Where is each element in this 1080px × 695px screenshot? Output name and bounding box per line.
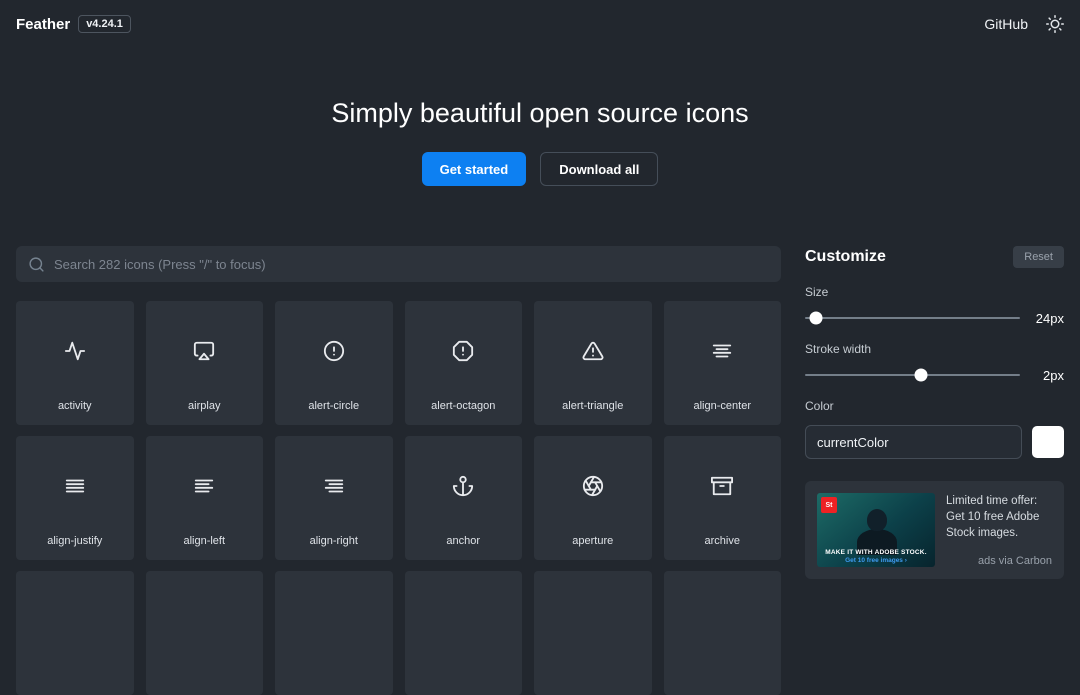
ad-right: Limited time offer: Get 10 free Adobe St… [946,493,1052,567]
sun-icon [1046,15,1064,33]
adobe-stock-logo: St [821,497,837,513]
github-link[interactable]: GitHub [984,16,1028,32]
search-input[interactable] [54,256,769,272]
archive-icon [711,476,734,496]
icon-label: alert-octagon [431,400,496,412]
main: activity airplay alert-circle alert-octa… [0,246,1080,695]
icon-card-airplay[interactable]: airplay [145,301,263,425]
icon-card-aperture[interactable]: aperture [534,436,652,560]
size-slider[interactable] [805,311,1020,325]
search-bar [16,246,781,282]
icon-label: archive [704,535,740,547]
icon-label: airplay [188,400,221,412]
icon-label: align-left [183,535,226,547]
stroke-width-slider[interactable] [805,368,1020,382]
size-label: Size [805,285,829,299]
customize-header: Customize Reset [805,246,1064,268]
ad-card[interactable]: St MAKE IT WITH ADOBE STOCK. Get 10 free… [805,481,1064,579]
icon-label: aperture [572,535,614,547]
icon-label: align-center [693,400,751,412]
icon-label: anchor [446,535,481,547]
search-icon [28,256,45,273]
icon-card-alert-circle[interactable]: alert-circle [275,301,393,425]
hero: Simply beautiful open source icons Get s… [0,98,1080,186]
ad-person-head [867,509,887,531]
size-slider-thumb[interactable] [809,311,823,325]
align-right-icon [324,479,343,493]
activity-icon [64,341,85,361]
anchor-icon [453,475,474,497]
icon-card-partial[interactable] [534,571,652,695]
align-center-icon [713,344,732,358]
icon-card-alert-octagon[interactable]: alert-octagon [404,301,522,425]
icon-card-activity[interactable]: activity [16,301,134,425]
ad-image-cta: Get 10 free images › [845,557,907,564]
icon-card-align-left[interactable]: align-left [145,436,263,560]
icon-grid: activity airplay alert-circle alert-octa… [16,301,781,695]
get-started-button[interactable]: Get started [421,152,527,186]
icon-label: alert-triangle [562,400,624,412]
alert-octagon-icon [453,340,474,362]
icon-card-partial[interactable] [663,571,781,695]
icon-card-partial[interactable] [404,571,522,695]
alert-triangle-icon [582,341,604,361]
icon-label: alert-circle [308,400,360,412]
reset-button[interactable]: Reset [1013,246,1064,268]
content: activity airplay alert-circle alert-octa… [16,246,781,695]
color-label: Color [805,399,834,413]
header-right: GitHub [984,15,1064,33]
align-justify-icon [65,479,84,493]
aperture-icon [582,475,603,497]
hero-buttons: Get started Download all [0,152,1080,186]
stroke-width-label: Stroke width [805,342,872,356]
stroke-width-slider-thumb[interactable] [914,368,928,382]
version-badge[interactable]: v4.24.1 [78,15,131,33]
icon-card-align-center[interactable]: align-center [663,301,781,425]
icon-card-align-justify[interactable]: align-justify [16,436,134,560]
download-all-button[interactable]: Download all [540,152,659,186]
airplay-icon [194,341,215,361]
theme-toggle[interactable] [1046,15,1064,33]
alert-circle-icon [323,340,344,362]
size-slider-row: 24px [805,310,1064,326]
icon-card-partial[interactable] [275,571,393,695]
header: Feather v4.24.1 GitHub [0,0,1080,48]
icon-label: activity [57,400,92,412]
ad-body-text: Limited time offer: Get 10 free Adobe St… [946,495,1040,540]
logo[interactable]: Feather [16,16,70,33]
ad-attribution[interactable]: ads via Carbon [946,555,1052,567]
customize-sidebar: Customize Reset Size 24px Stroke width 2… [805,246,1064,695]
icon-label: align-right [309,535,358,547]
size-value: 24px [1035,310,1064,326]
page-title: Simply beautiful open source icons [331,98,749,128]
customize-title: Customize [805,248,886,265]
ad-image-caption: MAKE IT WITH ADOBE STOCK. [825,549,927,556]
color-swatch[interactable] [1032,426,1064,458]
align-left-icon [195,479,214,493]
icon-card-align-right[interactable]: align-right [275,436,393,560]
color-input[interactable] [805,425,1022,459]
icon-card-partial[interactable] [145,571,263,695]
icon-card-archive[interactable]: archive [663,436,781,560]
color-row [805,425,1064,459]
icon-label: align-justify [47,535,103,547]
icon-card-alert-triangle[interactable]: alert-triangle [534,301,652,425]
icon-card-partial[interactable] [16,571,134,695]
icon-card-anchor[interactable]: anchor [404,436,522,560]
stroke-width-value: 2px [1043,367,1064,383]
ad-image: St MAKE IT WITH ADOBE STOCK. Get 10 free… [817,493,935,567]
stroke-slider-row: 2px [805,367,1064,383]
